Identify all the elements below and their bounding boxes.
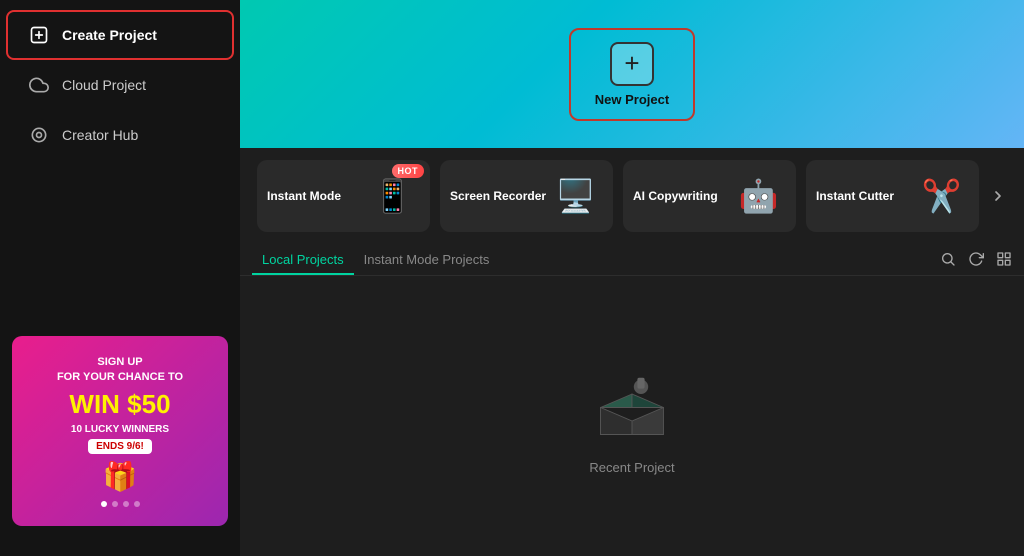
promo-line1: SIGN UP FOR YOUR CHANCE TO: [57, 355, 183, 386]
hot-badge: HOT: [392, 164, 425, 178]
empty-state-icon: [587, 358, 677, 448]
tabs-row: Local Projects Instant Mode Projects: [240, 240, 1024, 276]
dot-2: [112, 501, 118, 507]
ai-copywriting-label: AI Copywriting: [633, 189, 731, 203]
promo-sub: 10 LUCKY WINNERS: [71, 424, 169, 435]
dot-3: [123, 501, 129, 507]
tools-row: Instant Mode 📱 HOT Screen Recorder 🖥️ AI…: [240, 148, 1024, 240]
promo-amount: WIN $50: [69, 389, 170, 420]
new-project-label: New Project: [595, 92, 669, 107]
sidebar-item-cloud-label: Cloud Project: [62, 77, 146, 93]
screen-recorder-label: Screen Recorder: [450, 189, 548, 203]
tool-card-screen-recorder[interactable]: Screen Recorder 🖥️: [440, 160, 613, 232]
sidebar-item-create-project-label: Create Project: [62, 27, 157, 43]
plus-icon: +: [610, 42, 654, 86]
grid-view-icon[interactable]: [996, 251, 1012, 267]
empty-state-label: Recent Project: [589, 460, 674, 475]
instant-cutter-image: ✂️: [914, 169, 969, 224]
instant-cutter-label: Instant Cutter: [816, 189, 914, 203]
sidebar-item-create-project[interactable]: Create Project: [8, 12, 232, 58]
promo-banner[interactable]: SIGN UP FOR YOUR CHANCE TO WIN $50 10 LU…: [12, 336, 228, 526]
promo-badge: ENDS 9/6!: [88, 439, 152, 454]
cloud-icon: [28, 74, 50, 96]
sidebar-item-cloud-project[interactable]: Cloud Project: [8, 62, 232, 108]
main-content: + New Project Instant Mode 📱 HOT Screen …: [240, 0, 1024, 556]
dot-1: [101, 501, 107, 507]
tab-local-projects[interactable]: Local Projects: [252, 246, 354, 275]
sidebar: Create Project Cloud Project Creator Hub…: [0, 0, 240, 556]
create-project-icon: [28, 24, 50, 46]
search-icon[interactable]: [940, 251, 956, 267]
tab-instant-mode-projects[interactable]: Instant Mode Projects: [354, 246, 500, 275]
sidebar-item-creator-hub-label: Creator Hub: [62, 127, 138, 143]
tool-card-instant-mode[interactable]: Instant Mode 📱 HOT: [257, 160, 430, 232]
promo-gift-icon: 🎁: [103, 460, 138, 493]
ai-copywriting-image: 🤖: [731, 169, 786, 224]
projects-area: Recent Project: [240, 276, 1024, 556]
new-project-button[interactable]: + New Project: [569, 28, 695, 121]
refresh-icon[interactable]: [968, 251, 984, 267]
instant-mode-label: Instant Mode: [267, 189, 365, 203]
tab-actions: [940, 251, 1012, 271]
tool-card-instant-cutter[interactable]: Instant Cutter ✂️: [806, 160, 979, 232]
hero-section: + New Project: [240, 0, 1024, 148]
dot-4: [134, 501, 140, 507]
promo-dots: [101, 501, 140, 507]
lightbulb-icon: [28, 124, 50, 146]
tools-chevron-button[interactable]: [984, 160, 1012, 232]
sidebar-item-creator-hub[interactable]: Creator Hub: [8, 112, 232, 158]
screen-recorder-image: 🖥️: [548, 169, 603, 224]
tool-card-ai-copywriting[interactable]: AI Copywriting 🤖: [623, 160, 796, 232]
